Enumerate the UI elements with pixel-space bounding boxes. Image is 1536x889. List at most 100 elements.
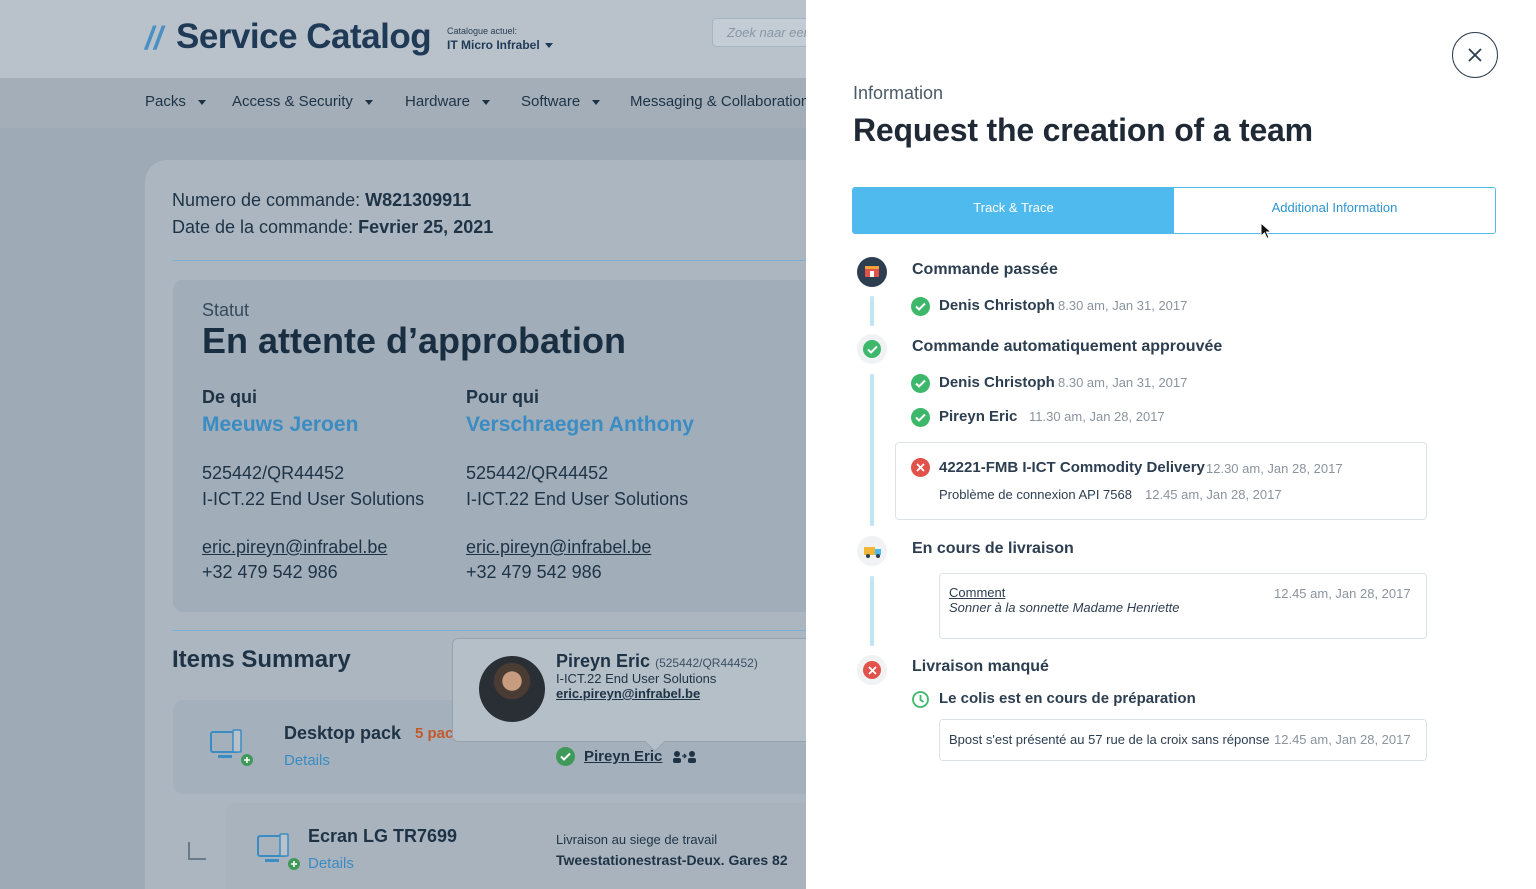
delivery-note-text: Bpost s'est présenté au 57 rue de la cro… <box>949 732 1270 747</box>
item-name: Desktop pack <box>284 723 402 743</box>
error-icon <box>911 458 930 477</box>
catalogue-value: IT Micro Infrabel <box>447 38 540 52</box>
from-email-link[interactable]: eric.pireyn@infrabel.be <box>202 537 387 558</box>
nav-item-hardware[interactable]: Hardware <box>405 93 491 110</box>
for-code: 525442/QR44452 <box>466 463 609 483</box>
popover-name: Pireyn Eric (525442/QR44452) <box>556 651 758 671</box>
catalogue-label: Catalogue actuel: <box>447 26 518 36</box>
event-time: 8.30 am, Jan 31, 2017 <box>1058 298 1188 313</box>
item-name: Ecran LG TR7699 <box>308 826 458 846</box>
check-icon <box>863 340 881 358</box>
popover-code: (525442/QR44452) <box>655 656 758 670</box>
timeline-line <box>870 576 874 646</box>
stage-title: Livraison manqué <box>912 658 1049 675</box>
stage-title: En cours de livraison <box>912 540 1074 557</box>
nav-label: Messaging & Collaboration <box>630 93 806 110</box>
divider <box>172 630 806 631</box>
nav-label: Access & Security <box>232 93 353 110</box>
chevron-down-icon <box>197 99 206 105</box>
timeline-line <box>870 374 874 526</box>
comment-label: Comment <box>949 585 1006 600</box>
status-label: Statut <box>202 300 250 320</box>
popover-email-link[interactable]: eric.pireyn@infrabel.be <box>556 686 700 701</box>
nav-item-access-security[interactable]: Access & Security <box>232 93 373 110</box>
event-name: Le colis est en cours de préparation <box>939 690 1196 707</box>
tab-bar: Track & Trace Additional Information <box>852 187 1496 234</box>
delivery-address: Tweestationestrast-Deux. Gares 82 <box>556 852 788 868</box>
nav-item-messaging[interactable]: Messaging & Collaboration <box>630 93 806 110</box>
nav-label: Hardware <box>405 93 471 110</box>
desktop-pack-icon <box>210 729 253 766</box>
event-time: 12.45 am, Jan 28, 2017 <box>1145 487 1282 502</box>
close-icon <box>1468 48 1482 62</box>
nav-item-packs[interactable]: Packs <box>145 93 206 110</box>
details-link[interactable]: Details <box>308 855 354 872</box>
search-input[interactable]: Zoek naar een <box>712 18 806 47</box>
event-time: 8.30 am, Jan 31, 2017 <box>1058 375 1188 390</box>
child-indent-icon <box>188 842 206 860</box>
from-heading: De qui <box>202 387 258 407</box>
error-box <box>895 442 1427 520</box>
tab-track-trace[interactable]: Track & Trace <box>853 188 1174 233</box>
nav-label: Software <box>521 93 581 110</box>
monitor-icon <box>257 833 300 870</box>
check-icon <box>911 374 930 393</box>
event-time: 11.30 am, Jan 28, 2017 <box>1029 409 1165 424</box>
event-time: 12.45 am, Jan 28, 2017 <box>1274 586 1411 601</box>
delegate-users-icon[interactable] <box>672 750 698 764</box>
catalogue-selector[interactable]: IT Micro Infrabel <box>447 38 553 52</box>
avatar <box>479 656 545 722</box>
mouse-cursor-icon <box>1260 222 1272 240</box>
for-name-link[interactable]: Verschraegen Anthony <box>466 413 694 437</box>
event-name: Pireyn Eric <box>939 408 1018 425</box>
logo-mark: // <box>145 20 163 56</box>
check-icon <box>911 408 930 427</box>
timeline-line <box>870 296 874 326</box>
error-icon <box>863 661 881 679</box>
panel-title: Request the creation of a team <box>853 112 1313 148</box>
clock-icon <box>912 691 929 708</box>
from-phone: +32 479 542 986 <box>202 562 338 582</box>
for-phone: +32 479 542 986 <box>466 562 602 582</box>
truck-icon <box>857 536 887 566</box>
stage-title: Commande passée <box>912 261 1058 278</box>
pack-count: 5 pac <box>415 725 454 742</box>
from-dept: I-ICT.22 End User Solutions <box>202 489 425 509</box>
details-link[interactable]: Details <box>284 752 330 769</box>
section-label: Information <box>853 83 944 103</box>
order-number: Numero de commande: W821309911 <box>172 190 472 210</box>
for-email-link[interactable]: eric.pireyn@infrabel.be <box>466 537 651 558</box>
tab-additional-information[interactable]: Additional Information <box>1174 188 1495 233</box>
from-name-link[interactable]: Meeuws Jeroen <box>202 413 358 437</box>
order-date: Date de la commande: Fevrier 25, 2021 <box>172 217 494 237</box>
chevron-down-icon <box>482 99 491 105</box>
for-heading: Pour qui <box>466 387 539 407</box>
divider <box>172 260 806 261</box>
status-value: En attente d’approbation <box>202 320 627 361</box>
event-time: 12.30 am, Jan 28, 2017 <box>1206 461 1343 476</box>
items-summary-title: Items Summary <box>172 646 351 673</box>
stage-check-icon <box>857 334 887 364</box>
comment-text: Sonner à la sonnette Madame Henriette <box>949 600 1180 615</box>
owner-name-link[interactable]: Pireyn Eric <box>584 748 662 765</box>
nav-item-software[interactable]: Software <box>521 93 601 110</box>
check-icon <box>556 747 575 766</box>
delivery-label: Livraison au siege de travail <box>556 832 718 847</box>
nav-label: Packs <box>145 93 186 110</box>
close-button[interactable] <box>1452 32 1498 78</box>
from-code: 525442/QR44452 <box>202 463 345 483</box>
event-name: Denis Christoph <box>939 374 1055 391</box>
chevron-down-icon <box>592 99 601 105</box>
error-event-name: 42221-FMB I-ICT Commodity Delivery <box>939 459 1205 476</box>
popover-dept: I-ICT.22 End User Solutions <box>556 671 717 686</box>
event-name: Denis Christoph <box>939 297 1055 314</box>
background-page: // Service Catalog Catalogue actuel: IT … <box>0 0 806 889</box>
event-time: 12.45 am, Jan 28, 2017 <box>1274 732 1411 747</box>
for-dept: I-ICT.22 End User Solutions <box>466 489 689 509</box>
shop-icon <box>857 257 887 287</box>
error-detail: Problème de connexion API 7568 <box>939 487 1132 502</box>
stage-error-icon <box>857 655 887 685</box>
app-title[interactable]: Service Catalog <box>176 17 432 57</box>
stage-title: Commande automatiquement approuvée <box>912 338 1223 355</box>
chevron-down-icon <box>364 99 373 105</box>
